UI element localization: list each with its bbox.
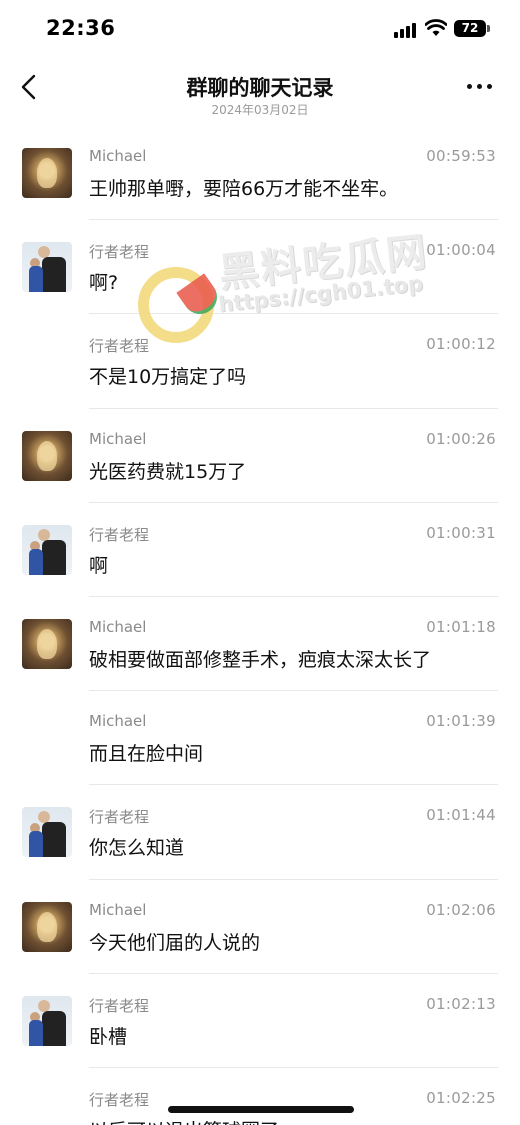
message-item[interactable]: 行者老程 01:00:12 不是10万搞定了吗	[0, 314, 520, 409]
message-sender: 行者老程	[89, 808, 150, 827]
message-sender: Michael	[89, 900, 147, 919]
home-indicator	[168, 1106, 354, 1113]
avatar[interactable]	[22, 524, 72, 575]
avatar[interactable]	[22, 618, 72, 669]
message-text: 你怎么知道	[89, 837, 185, 860]
message-time: 01:02:25	[426, 1088, 496, 1107]
avatar[interactable]	[22, 807, 72, 858]
message-item[interactable]: 行者老程 01:02:13 卧槽	[0, 974, 520, 1068]
message-time: 01:00:31	[426, 523, 496, 542]
message-time: 01:01:44	[426, 806, 496, 825]
message-item[interactable]: 行者老程 01:02:25 以后可以退出篮球圈了	[0, 1068, 520, 1125]
message-time: 01:01:18	[426, 617, 496, 636]
message-item[interactable]: 行者老程 01:00:31 啊	[0, 503, 520, 597]
message-sender: Michael	[89, 712, 147, 731]
message-item[interactable]: Michael 01:01:39 而且在脸中间	[0, 691, 520, 786]
battery-cap	[487, 25, 490, 32]
battery-icon: 72	[454, 20, 486, 37]
page-title: 群聊的聊天记录	[186, 76, 334, 100]
message-text: 以后可以退出篮球圈了	[89, 1116, 279, 1125]
message-item[interactable]: Michael 01:01:18 破相要做面部修整手术，疤痕太深太长了	[0, 597, 520, 692]
message-text: 不是10万搞定了吗	[89, 366, 247, 389]
more-options-button[interactable]	[464, 80, 496, 94]
message-sender: 行者老程	[89, 337, 150, 356]
message-sender: 行者老程	[89, 243, 150, 262]
message-sender: Michael	[89, 147, 147, 165]
message-sender: Michael	[89, 617, 147, 636]
message-sender: 行者老程	[89, 1090, 150, 1109]
message-time: 00:59:53	[426, 147, 496, 165]
status-time: 22:36	[46, 16, 116, 40]
message-time: 01:00:26	[426, 429, 496, 448]
message-text: 王帅那单嘢，要陪66万才能不坐牢。	[89, 178, 399, 200]
message-time: 01:02:13	[426, 994, 496, 1013]
message-text: 啊?	[89, 272, 119, 295]
status-bar: 22:36 72	[0, 0, 520, 60]
message-text: 卧槽	[89, 1025, 128, 1048]
message-item[interactable]: Michael 01:00:26 光医药费就15万了	[0, 409, 520, 503]
avatar[interactable]	[22, 242, 72, 293]
message-time: 01:02:06	[426, 900, 496, 919]
message-item[interactable]: 行者老程 01:00:04 啊?	[0, 220, 520, 315]
message-sender: 行者老程	[89, 996, 150, 1015]
cellular-signal-icon	[394, 22, 418, 38]
message-item[interactable]: Michael 01:02:06 今天他们届的人说的	[0, 880, 520, 974]
avatar[interactable]	[22, 995, 72, 1046]
wifi-icon	[425, 19, 447, 36]
message-text: 光医药费就15万了	[89, 460, 247, 483]
message-time: 01:00:12	[426, 335, 496, 354]
message-sender: 行者老程	[89, 525, 150, 544]
avatar[interactable]	[22, 901, 72, 952]
message-text: 破相要做面部修整手术，疤痕太深太长了	[89, 648, 432, 671]
page-date: 2024年03月02日	[211, 103, 309, 117]
nav-bar: 群聊的聊天记录 2024年03月02日	[0, 60, 520, 126]
message-item[interactable]: Michael 00:59:53 王帅那单嘢，要陪66万才能不坐牢。	[0, 126, 520, 221]
avatar[interactable]	[22, 430, 72, 481]
message-sender: Michael	[89, 429, 147, 448]
message-list: Michael 00:59:53 王帅那单嘢，要陪66万才能不坐牢。 行者老程 01:0…	[0, 126, 520, 1125]
message-time: 01:01:39	[426, 712, 496, 731]
message-text: 啊	[89, 554, 109, 577]
avatar[interactable]	[22, 148, 72, 198]
message-text: 今天他们届的人说的	[89, 931, 261, 954]
message-time: 01:00:04	[426, 241, 496, 260]
message-item[interactable]: 行者老程 01:01:44 你怎么知道	[0, 785, 520, 880]
message-text: 而且在脸中间	[89, 743, 204, 766]
